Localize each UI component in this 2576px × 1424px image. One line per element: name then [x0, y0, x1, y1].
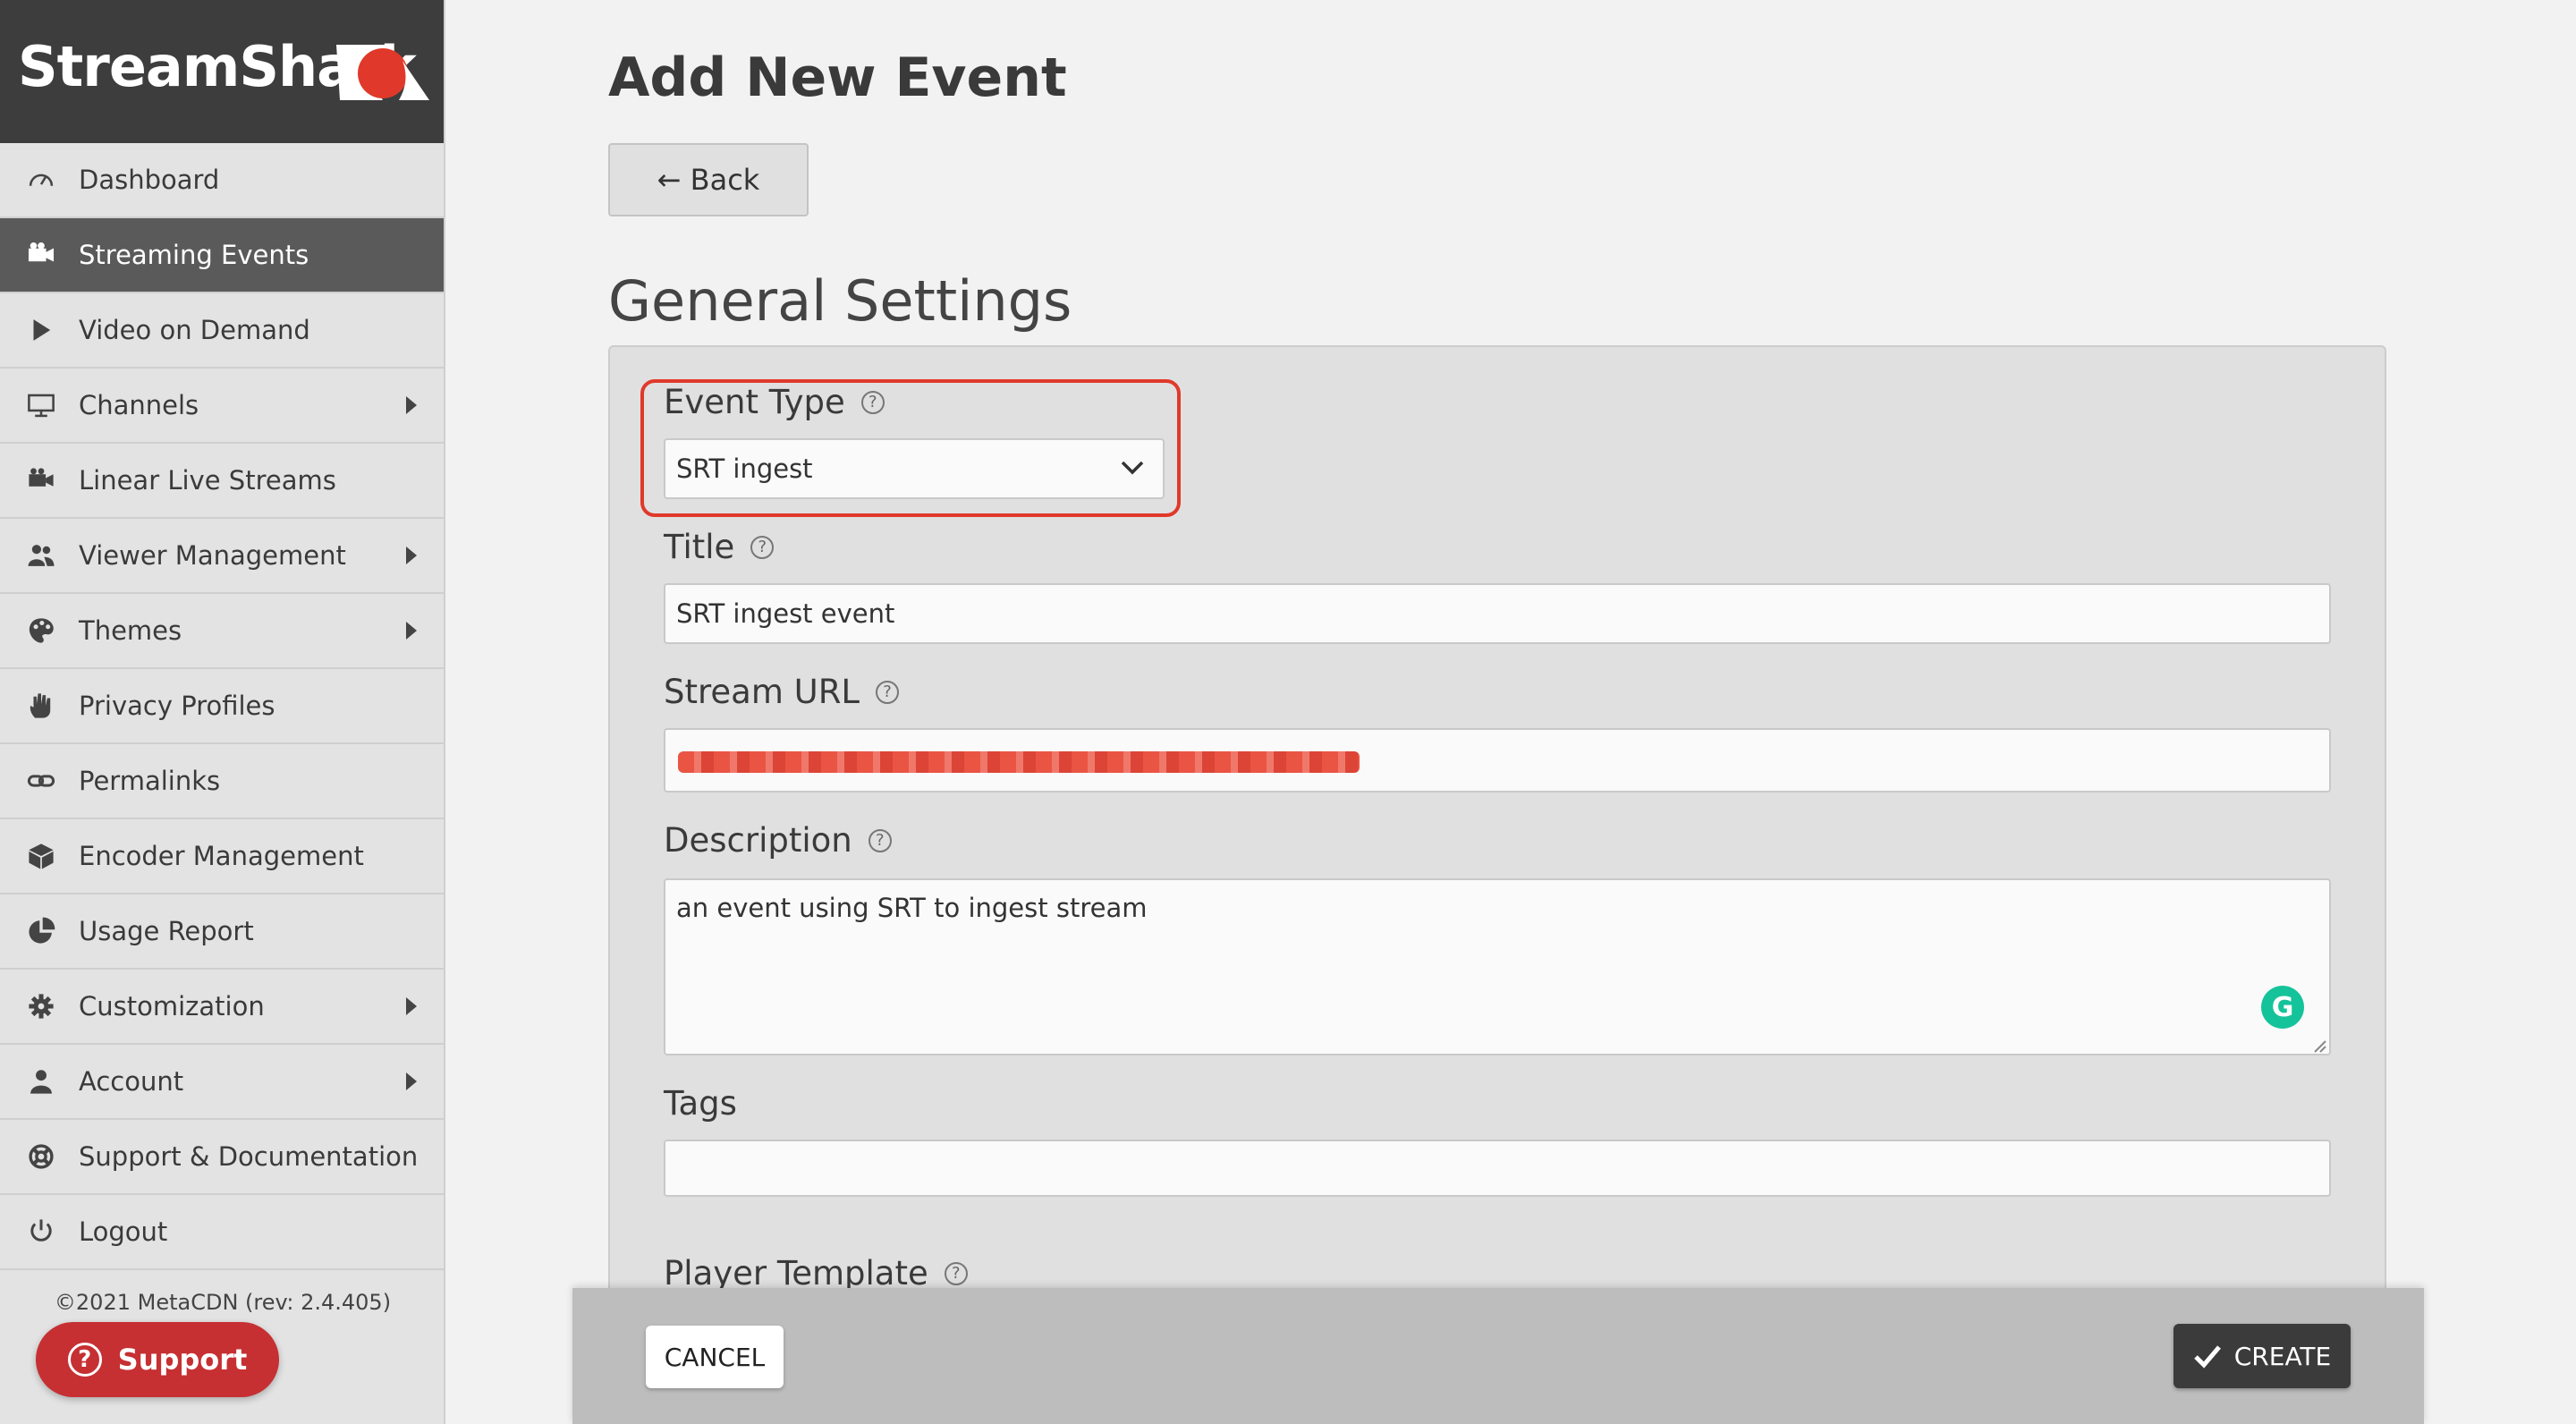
hand-icon — [23, 688, 59, 724]
player-template-label: Player Template ? — [664, 1254, 968, 1293]
caret-right-icon — [406, 396, 417, 414]
sidebar-item-viewer-management[interactable]: Viewer Management — [0, 519, 444, 594]
sidebar-item-channels[interactable]: Channels — [0, 369, 444, 444]
player-template-label-text: Player Template — [664, 1254, 928, 1293]
cube-icon — [23, 838, 59, 874]
grammarly-icon[interactable]: G — [2261, 986, 2304, 1029]
event-type-label: Event Type ? — [664, 383, 885, 421]
sidebar-item-label: Channels — [79, 390, 199, 420]
question-icon: ? — [67, 1343, 102, 1377]
tags-input[interactable] — [664, 1140, 2331, 1197]
cancel-button[interactable]: CANCEL — [646, 1326, 784, 1388]
sidebar-item-support-documentation[interactable]: Support & Documentation — [0, 1120, 444, 1195]
sidebar-item-label: Linear Live Streams — [79, 465, 336, 496]
lifebuoy-icon — [23, 1139, 59, 1174]
help-icon[interactable]: ? — [750, 535, 775, 559]
sidebar-item-label: Dashboard — [79, 165, 220, 195]
sidebar-item-privacy-profiles[interactable]: Privacy Profiles — [0, 669, 444, 744]
sidebar-item-dashboard[interactable]: Dashboard — [0, 143, 444, 218]
description-label: Description ? — [664, 821, 892, 860]
monitor-icon — [23, 387, 59, 423]
help-icon[interactable]: ? — [944, 1261, 968, 1285]
help-icon[interactable]: ? — [868, 828, 892, 852]
description-label-text: Description — [664, 821, 852, 860]
redacted-url-mark — [678, 751, 1360, 773]
video-camera-icon — [23, 462, 59, 498]
event-type-value: SRT ingest — [676, 453, 813, 484]
power-icon — [23, 1214, 59, 1250]
event-type-select[interactable]: SRT ingest — [664, 438, 1165, 499]
description-value: an event using SRT to ingest stream — [676, 893, 1148, 923]
stream-url-label: Stream URL ? — [664, 673, 900, 711]
caret-right-icon — [406, 622, 417, 640]
description-textarea[interactable]: an event using SRT to ingest stream — [664, 878, 2331, 1055]
sidebar-item-label: Video on Demand — [79, 315, 310, 345]
sidebar: StreamShark Dashboard Streaming Events Vid… — [0, 0, 445, 1424]
sidebar-item-label: Privacy Profiles — [79, 691, 275, 721]
title-label-text: Title — [664, 528, 735, 566]
caret-right-icon — [406, 1072, 417, 1090]
page-title: Add New Event — [608, 47, 1067, 109]
gauge-icon — [23, 162, 59, 198]
copyright-text: ©2021 MetaCDN (rev: 2.4.405) — [54, 1290, 392, 1315]
caret-right-icon — [406, 547, 417, 564]
sidebar-item-linear-live-streams[interactable]: Linear Live Streams — [0, 444, 444, 519]
event-type-label-text: Event Type — [664, 383, 845, 421]
title-input[interactable]: SRT ingest event — [664, 583, 2331, 644]
sidebar-item-video-on-demand[interactable]: Video on Demand — [0, 293, 444, 369]
sidebar-item-permalinks[interactable]: Permalinks — [0, 744, 444, 819]
resize-grip-icon[interactable] — [2311, 1038, 2327, 1054]
sidebar-item-label: Encoder Management — [79, 841, 364, 871]
sidebar-item-themes[interactable]: Themes — [0, 594, 444, 669]
title-label: Title ? — [664, 528, 775, 566]
user-icon — [23, 1064, 59, 1099]
sidebar-item-label: Logout — [79, 1216, 168, 1247]
sidebar-item-label: Account — [79, 1066, 184, 1097]
sidebar-item-label: Support & Documentation — [79, 1141, 419, 1172]
pie-chart-icon — [23, 913, 59, 949]
sidebar-item-label: Customization — [79, 991, 265, 1021]
help-icon[interactable]: ? — [860, 390, 885, 414]
chevron-down-icon — [1121, 461, 1144, 475]
sidebar-item-usage-report[interactable]: Usage Report — [0, 894, 444, 970]
users-icon — [23, 538, 59, 573]
sidebar-item-label: Usage Report — [79, 916, 254, 946]
back-button[interactable]: ← Back — [608, 143, 809, 216]
sidebar-item-account[interactable]: Account — [0, 1045, 444, 1120]
play-icon — [23, 312, 59, 348]
support-button[interactable]: ? Support — [36, 1322, 279, 1397]
tags-label: Tags — [664, 1084, 737, 1123]
checkmark-icon — [2193, 1345, 2221, 1369]
sidebar-nav: Dashboard Streaming Events Video on Demand… — [0, 143, 444, 1270]
sidebar-item-label: Themes — [79, 615, 182, 646]
stream-url-input[interactable] — [664, 728, 2331, 793]
create-button[interactable]: CREATE — [2174, 1324, 2351, 1388]
sidebar-item-customization[interactable]: Customization — [0, 970, 444, 1045]
section-title: General Settings — [608, 268, 1072, 334]
sidebar-item-encoder-management[interactable]: Encoder Management — [0, 819, 444, 894]
sidebar-item-label: Streaming Events — [79, 240, 309, 270]
brand-header[interactable]: StreamShark — [0, 0, 444, 143]
sidebar-item-streaming-events[interactable]: Streaming Events — [0, 218, 444, 293]
sidebar-item-label: Viewer Management — [79, 540, 346, 571]
link-icon — [23, 763, 59, 799]
video-camera-icon — [23, 237, 59, 273]
stream-url-label-text: Stream URL — [664, 673, 860, 711]
sidebar-item-logout[interactable]: Logout — [0, 1195, 444, 1270]
title-value: SRT ingest event — [676, 598, 895, 629]
support-label: Support — [117, 1343, 248, 1377]
help-icon[interactable]: ? — [876, 680, 900, 704]
sidebar-item-label: Permalinks — [79, 766, 221, 796]
palette-icon — [23, 613, 59, 648]
gear-icon — [23, 988, 59, 1024]
form-action-bar: CANCEL CREATE — [572, 1288, 2424, 1424]
shark-logo-icon — [336, 45, 429, 100]
caret-right-icon — [406, 997, 417, 1015]
tags-label-text: Tags — [664, 1084, 737, 1123]
create-label: CREATE — [2233, 1341, 2332, 1371]
